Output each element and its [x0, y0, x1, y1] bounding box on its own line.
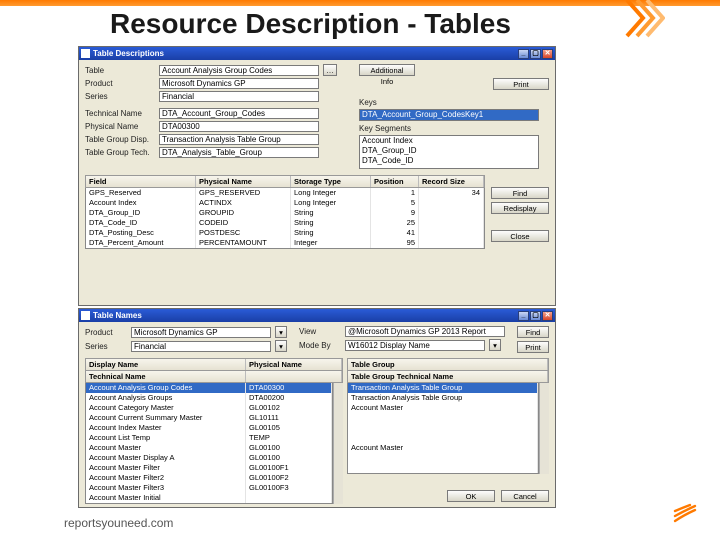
minimize-button[interactable]: _ [518, 311, 529, 321]
window-table-descriptions: Table Descriptions _ ▢ ✕ Table Account A… [78, 46, 556, 306]
field-product[interactable]: Microsoft Dynamics GP [131, 327, 271, 338]
left-grid-header: Display Name Physical Name [85, 358, 343, 371]
titlebar[interactable]: Table Descriptions _ ▢ ✕ [79, 47, 555, 60]
field-series[interactable]: Financial [159, 91, 319, 102]
field-table-group[interactable]: Transaction Analysis Table Group [159, 134, 319, 145]
label-keys: Keys [359, 98, 401, 107]
label-series: Series [85, 342, 127, 351]
list-item[interactable]: Account Index [360, 136, 538, 146]
table-row[interactable]: Account Analysis Group CodesDTA00300 [86, 383, 332, 393]
label-tech-name: Technical Name [85, 109, 155, 118]
field-modeby[interactable]: W16012 Display Name [345, 340, 485, 351]
window-icon [81, 311, 90, 320]
close-button[interactable]: ✕ [542, 311, 553, 321]
find-button[interactable]: Find [491, 187, 549, 199]
field-product[interactable]: Microsoft Dynamics GP [159, 78, 319, 89]
maximize-button[interactable]: ▢ [530, 311, 541, 321]
table-row[interactable]: DTA_Code_IDCODEIDString25 [86, 218, 484, 228]
label-product: Product [85, 328, 127, 337]
table-row[interactable]: DTA_Posting_DescPOSTDESCString41 [86, 228, 484, 238]
right-grid-header: Table Group [347, 358, 549, 371]
label-view: View [299, 327, 341, 336]
table-row[interactable]: Account Master [348, 403, 538, 413]
close-dialog-button[interactable]: Close [491, 230, 549, 242]
table-row[interactable] [348, 423, 538, 433]
right-grid-subheader: Table Group Technical Name [347, 371, 549, 383]
table-row[interactable]: Account Category MasterGL00102 [86, 403, 332, 413]
label-series: Series [85, 92, 155, 101]
table-row[interactable]: Account IndexACTINDXLong Integer5 [86, 198, 484, 208]
table-row[interactable]: Transaction Analysis Table Group [348, 393, 538, 403]
table-row[interactable] [348, 433, 538, 443]
redisplay-button[interactable]: Redisplay [491, 202, 549, 214]
titlebar[interactable]: Table Names _ ▢ ✕ [79, 309, 555, 322]
table-row[interactable]: GPS_ReservedGPS_RESERVEDLong Integer134 [86, 188, 484, 198]
table-row[interactable]: Account List TempTEMP [86, 433, 332, 443]
field-phys-name[interactable]: DTA00300 [159, 121, 319, 132]
scrollbar[interactable] [333, 383, 343, 504]
minimize-button[interactable]: _ [518, 49, 529, 59]
additional-info-button[interactable]: Additional Info [359, 64, 415, 76]
label-modeby: Mode By [299, 341, 341, 350]
list-item[interactable]: DTA_Group_ID [360, 146, 538, 156]
field-series[interactable]: Financial [131, 341, 271, 352]
field-table[interactable]: Account Analysis Group Codes [159, 65, 319, 76]
label-table: Table [85, 66, 155, 75]
window-icon [81, 49, 90, 58]
find-button[interactable]: Find [517, 326, 549, 338]
table-row[interactable]: Account Master Initial [86, 493, 332, 503]
table-row[interactable]: Account Current Summary MasterGL10111 [86, 413, 332, 423]
close-button[interactable]: ✕ [542, 49, 553, 59]
label-table-group: Table Group Disp. [85, 135, 155, 144]
footer-url: reportsyouneed.com [64, 516, 173, 530]
table-row[interactable]: DTA_Group_IDGROUPIDString9 [86, 208, 484, 218]
fields-grid[interactable]: GPS_ReservedGPS_RESERVEDLong Integer134A… [85, 188, 485, 249]
top-accent-bar [0, 0, 720, 6]
table-row[interactable]: Account Analysis GroupsDTA00200 [86, 393, 332, 403]
grid-header: Field Physical Name Storage Type Positio… [85, 175, 485, 188]
cancel-button[interactable]: Cancel [501, 490, 549, 502]
table-row[interactable]: Account Index MasterGL00105 [86, 423, 332, 433]
slide-title: Resource Description - Tables [110, 8, 511, 40]
field-tech-name[interactable]: DTA_Account_Group_Codes [159, 108, 319, 119]
table-row[interactable]: Account MasterGL00100 [86, 443, 332, 453]
window-title: Table Descriptions [93, 49, 164, 58]
field-table-group-tech[interactable]: DTA_Analysis_Table_Group [159, 147, 319, 158]
table-row[interactable]: Transaction Analysis Table Group [348, 383, 538, 393]
chevron-decor [623, 0, 665, 40]
lookup-button[interactable]: ▾ [275, 326, 287, 338]
label-phys-name: Physical Name [85, 122, 155, 131]
left-grid-subheader: Technical Name [85, 371, 343, 383]
table-row[interactable] [348, 463, 538, 473]
lookup-button[interactable]: ▾ [275, 340, 287, 352]
left-grid[interactable]: Account Analysis Group CodesDTA00300Acco… [85, 383, 333, 504]
label-product: Product [85, 79, 155, 88]
key-segments-list[interactable]: Account Index DTA_Group_ID DTA_Code_ID [359, 135, 539, 169]
table-row[interactable] [348, 413, 538, 423]
lookup-button[interactable]: ▾ [489, 339, 501, 351]
maximize-button[interactable]: ▢ [530, 49, 541, 59]
ellipsis-button[interactable]: … [323, 64, 337, 76]
table-row[interactable]: Account Master [348, 443, 538, 453]
table-row[interactable]: DTA_Percent_AmountPERCENTAMOUNTInteger95 [86, 238, 484, 248]
field-keys[interactable]: DTA_Account_Group_CodesKey1 [359, 109, 539, 121]
table-row[interactable] [348, 453, 538, 463]
print-button[interactable]: Print [493, 78, 549, 90]
field-view[interactable]: @Microsoft Dynamics GP 2013 Report [345, 326, 505, 337]
table-row[interactable]: Account Master FilterGL00100F1 [86, 463, 332, 473]
ok-button[interactable]: OK [447, 490, 495, 502]
window-table-names: Table Names _ ▢ ✕ Product Microsoft Dyna… [78, 308, 556, 508]
logo-icon [672, 503, 698, 530]
table-row[interactable]: Account Master Display AGL00100 [86, 453, 332, 463]
label-key-segments: Key Segments [359, 124, 439, 133]
table-row[interactable]: Account Master Filter3GL00100F3 [86, 483, 332, 493]
list-item[interactable]: DTA_Code_ID [360, 156, 538, 166]
table-row[interactable]: Account Master Filter2GL00100F2 [86, 473, 332, 483]
label-table-group-tech: Table Group Tech. [85, 148, 155, 157]
right-grid[interactable]: Transaction Analysis Table GroupTransact… [347, 383, 539, 474]
scrollbar[interactable] [539, 383, 549, 474]
print-button[interactable]: Print [517, 341, 549, 353]
window-title: Table Names [93, 311, 142, 320]
